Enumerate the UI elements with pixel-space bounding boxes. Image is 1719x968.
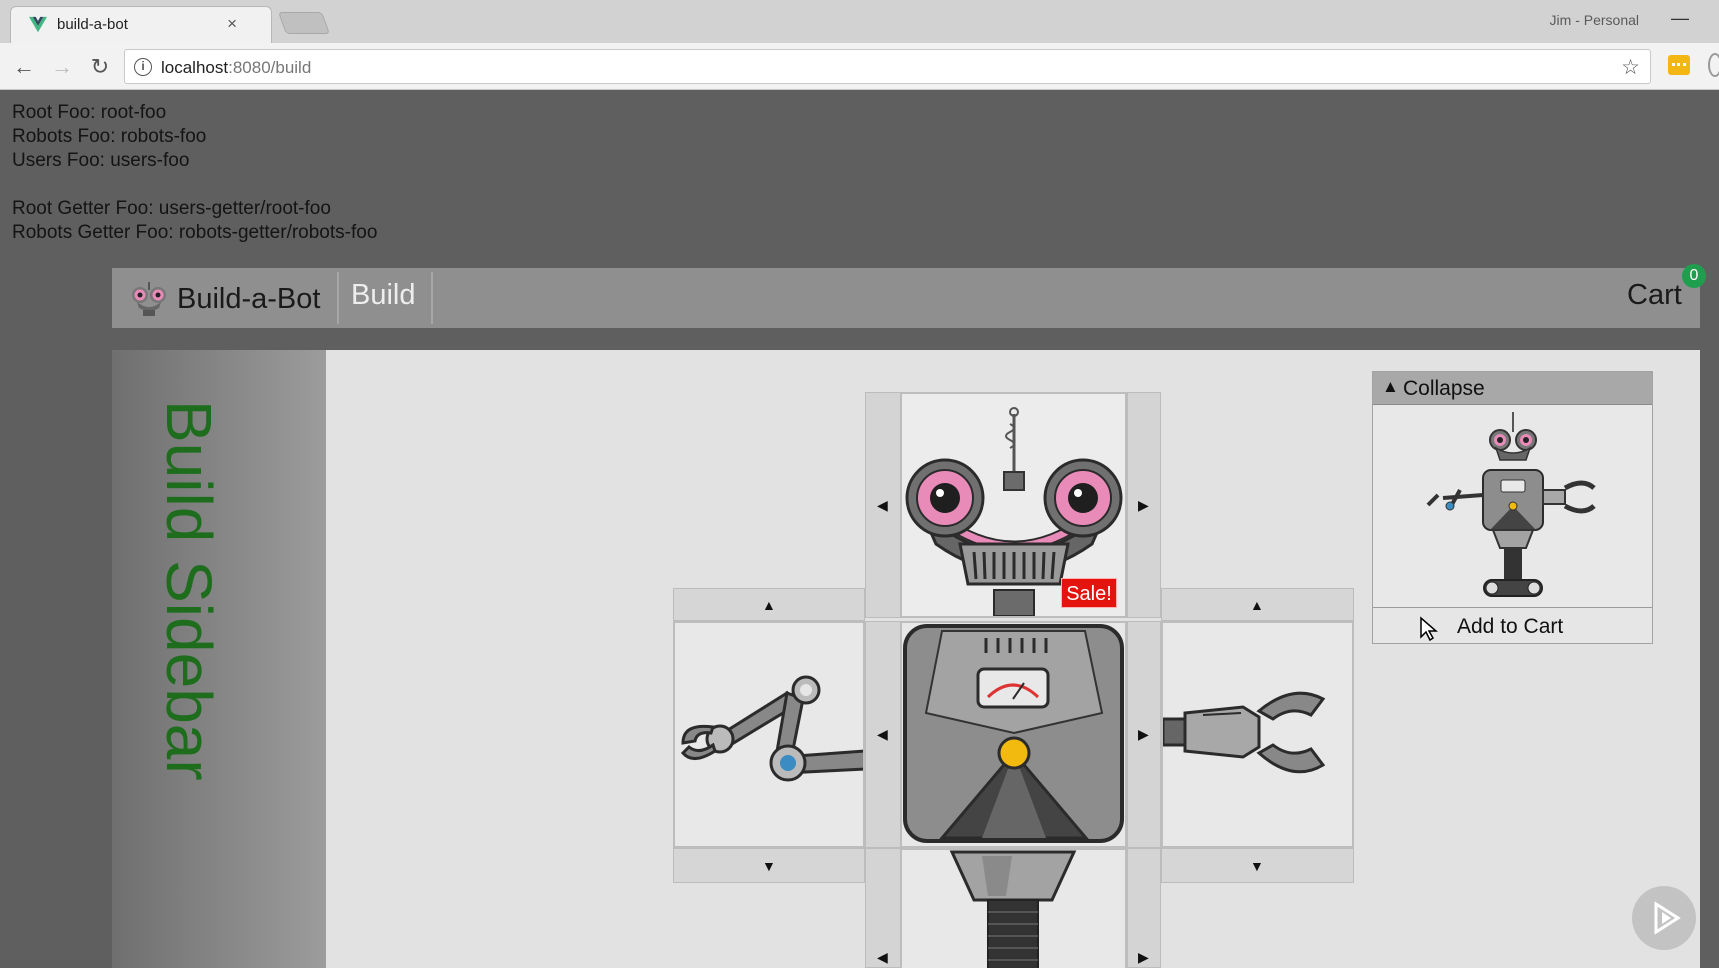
base-next-button[interactable]: ▶ <box>1127 848 1161 968</box>
collapse-label: Collapse <box>1403 377 1485 400</box>
right-arrow-icon: ▶ <box>1138 949 1149 965</box>
store-debug-output: Root Foo: root-foo Robots Foo: robots-fo… <box>12 101 377 245</box>
add-to-cart-button[interactable]: Add to Cart <box>1373 607 1652 643</box>
collapse-button[interactable]: ▲ Collapse <box>1373 372 1652 405</box>
browser-menu-icon[interactable] <box>1708 53 1719 77</box>
left-arm-prev-button[interactable]: ▲ <box>673 588 865 621</box>
site-info-icon[interactable]: i <box>134 58 152 76</box>
right-arrow-icon: ▶ <box>1138 497 1149 513</box>
nav-build-link[interactable]: Build <box>351 279 416 312</box>
left-arm-next-button[interactable]: ▼ <box>673 848 865 883</box>
down-arrow-icon: ▼ <box>762 858 776 874</box>
cart-count-badge: 0 <box>1682 264 1706 288</box>
forward-arrow-icon[interactable]: → <box>48 53 76 81</box>
up-arrow-icon: ▲ <box>1250 597 1264 613</box>
browser-tab[interactable]: build-a-bot × <box>10 6 272 43</box>
vue-logo-icon <box>29 16 47 33</box>
video-play-button[interactable] <box>1632 886 1696 950</box>
right-arm-prev-button[interactable]: ▲ <box>1161 588 1354 621</box>
left-arm-part <box>673 621 867 848</box>
sale-badge: Sale! <box>1061 578 1117 608</box>
torso-next-button[interactable]: ▶ <box>1127 621 1161 848</box>
mouse-pointer-icon <box>1420 616 1439 642</box>
robot-preview-panel: ▲ Collapse Add to Cart <box>1372 371 1653 644</box>
root-getter-foo-line: Root Getter Foo: users-getter/root-foo <box>12 198 331 219</box>
new-tab-button[interactable] <box>277 12 331 34</box>
build-sidebar: Build Sidebar <box>112 350 326 968</box>
browser-tab-strip: build-a-bot × Jim - Personal — <box>0 0 1719 43</box>
right-arrow-icon: ▶ <box>1138 726 1149 742</box>
base-part <box>900 848 1127 968</box>
url-host: localhost <box>161 58 229 77</box>
play-icon <box>1654 901 1681 935</box>
root-foo-line: Root Foo: root-foo <box>12 102 167 123</box>
torso-prev-button[interactable]: ◀ <box>865 621 901 848</box>
right-arm-part <box>1161 621 1354 848</box>
up-arrow-icon: ▲ <box>762 597 776 613</box>
app-header: Build-a-Bot Build Cart 0 <box>112 264 1706 328</box>
url-path: :8080/build <box>228 58 312 77</box>
brand-name: Build-a-Bot <box>177 282 321 315</box>
robot-right-arm-image <box>1161 691 1326 774</box>
sidebar-title: Build Sidebar <box>153 400 225 781</box>
base-prev-button[interactable]: ◀ <box>865 848 901 968</box>
robot-torso-image <box>903 624 1124 843</box>
head-prev-button[interactable]: ◀ <box>865 392 901 618</box>
tab-close-icon[interactable]: × <box>227 14 237 34</box>
robot-base-image <box>949 850 1077 968</box>
down-arrow-icon: ▼ <box>1250 858 1264 874</box>
right-arm-next-button[interactable]: ▼ <box>1161 848 1354 883</box>
left-arrow-icon: ◀ <box>877 497 888 513</box>
cart-link[interactable]: Cart <box>1627 279 1682 312</box>
assembled-robot-preview-image <box>1426 412 1596 597</box>
robots-getter-foo-line: Robots Getter Foo: robots-getter/robots-… <box>12 222 378 243</box>
profile-name[interactable]: Jim - Personal <box>1550 12 1639 28</box>
robot-left-arm-image <box>680 675 867 782</box>
users-foo-line: Users Foo: users-foo <box>12 150 190 171</box>
minimize-window-button[interactable]: — <box>1671 8 1689 29</box>
url-text: localhost:8080/build <box>161 58 311 78</box>
reload-icon[interactable]: ↻ <box>86 53 114 81</box>
collapse-arrow-icon: ▲ <box>1382 377 1399 396</box>
add-to-cart-label: Add to Cart <box>1457 615 1564 638</box>
address-bar[interactable]: i localhost:8080/build ☆ <box>124 49 1651 84</box>
robot-logo-icon <box>132 282 166 316</box>
bookmark-star-icon[interactable]: ☆ <box>1621 55 1640 80</box>
torso-part <box>900 621 1127 848</box>
extension-icon[interactable] <box>1668 55 1690 75</box>
tab-title: build-a-bot <box>57 16 128 33</box>
browser-toolbar: ← → ↻ i localhost:8080/build ☆ <box>0 43 1719 90</box>
home-link[interactable]: Build-a-Bot <box>129 279 320 319</box>
robots-foo-line: Robots Foo: robots-foo <box>12 126 207 147</box>
left-arrow-icon: ◀ <box>877 726 888 742</box>
head-next-button[interactable]: ▶ <box>1127 392 1161 618</box>
back-arrow-icon[interactable]: ← <box>10 53 38 81</box>
header-divider <box>431 272 433 324</box>
header-divider <box>337 272 339 324</box>
left-arrow-icon: ◀ <box>877 949 888 965</box>
